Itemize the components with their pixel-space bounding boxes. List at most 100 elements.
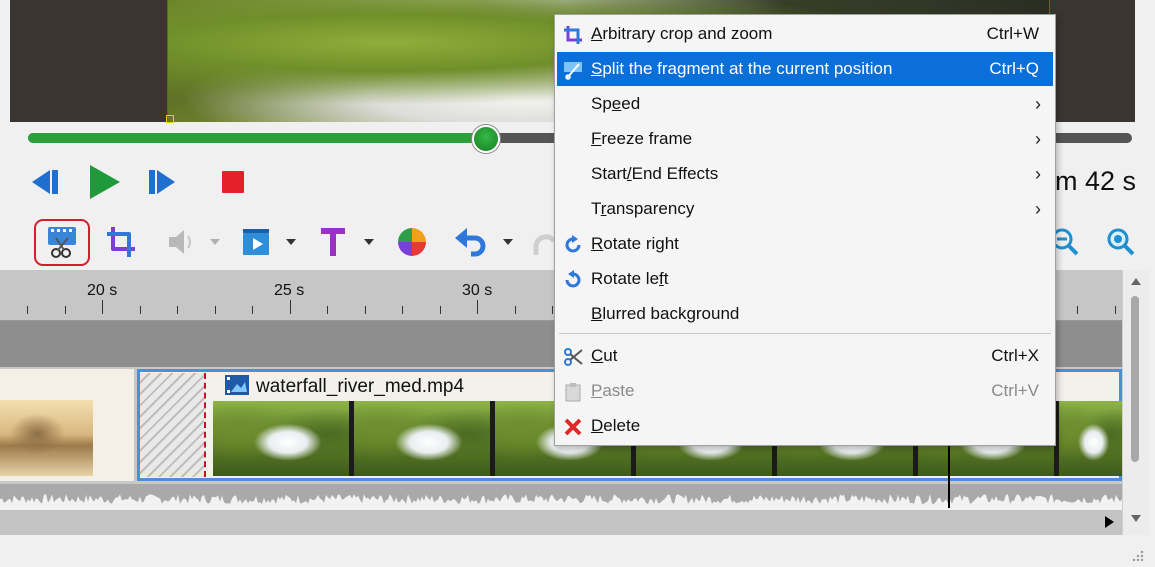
- menu-item-rotate-right[interactable]: Rotate right: [557, 227, 1053, 261]
- scissors-icon: [563, 347, 583, 367]
- menu-separator: [559, 333, 1051, 334]
- redo-button[interactable]: [530, 222, 554, 262]
- timeline-horizontal-scrollbar[interactable]: [0, 510, 1122, 534]
- menu-item-paste[interactable]: Paste Ctrl+V: [557, 374, 1053, 408]
- menu-item-label: Blurred background: [591, 304, 740, 323]
- menu-item-speed[interactable]: Speed ›: [557, 87, 1053, 121]
- ruler-tick: [1114, 306, 1116, 314]
- rotate-left-icon: [563, 270, 583, 290]
- menu-item-label: Speed: [591, 94, 641, 113]
- clip-thumbnail: [354, 401, 495, 476]
- preview-letterbox-right: [1050, 0, 1135, 122]
- next-frame-icon: [149, 170, 175, 194]
- ruler-tick: [439, 306, 441, 314]
- play-icon: [90, 165, 120, 199]
- audio-waveform[interactable]: [0, 484, 1122, 510]
- play-button[interactable]: [84, 160, 124, 204]
- preview-letterbox-left: [10, 0, 167, 122]
- menu-item-shortcut: Ctrl+V: [991, 381, 1039, 400]
- crop-boundary-left[interactable]: [167, 0, 168, 122]
- menu-item-start-end-effects[interactable]: Start/End Effects ›: [557, 157, 1053, 191]
- stop-button[interactable]: [213, 160, 253, 204]
- text-button[interactable]: [313, 222, 353, 262]
- menu-item-arbitrary-crop-and-zoom[interactable]: Arbitrary crop and zoom Ctrl+W: [557, 17, 1053, 51]
- crop-handle[interactable]: [166, 115, 174, 123]
- zoom-in-button[interactable]: [1104, 222, 1138, 262]
- ruler-tick: [289, 300, 291, 314]
- ruler-label: 30 s: [462, 282, 493, 299]
- submenu-arrow-icon: ›: [1035, 198, 1041, 219]
- ruler-tick: [177, 306, 178, 314]
- clip-thumbnail: [1059, 401, 1127, 476]
- ruler-label: 20 s: [87, 282, 118, 299]
- menu-item-transparency[interactable]: Transparency ›: [557, 192, 1053, 226]
- transition-area[interactable]: [140, 373, 204, 477]
- ruler-label: 25 s: [274, 282, 305, 299]
- ruler-tick: [102, 300, 103, 314]
- submenu-arrow-icon: ›: [1035, 128, 1041, 149]
- seek-slider-progress: [28, 133, 487, 143]
- menu-item-label: Transparency: [591, 199, 695, 218]
- video-effects-dropdown-arrow[interactable]: [286, 239, 296, 245]
- clip-name: waterfall_river_med.mp4: [256, 376, 465, 397]
- crop-icon: [107, 227, 135, 257]
- menu-item-label: Delete: [591, 416, 641, 435]
- undo-dropdown-arrow[interactable]: [503, 239, 513, 245]
- vertical-scrollbar-thumb[interactable]: [1131, 296, 1139, 462]
- split-icon: [563, 60, 583, 80]
- crop-button[interactable]: [102, 222, 142, 262]
- menu-item-freeze-frame[interactable]: Freeze frame ›: [557, 122, 1053, 156]
- next-frame-button[interactable]: [143, 160, 183, 204]
- menu-item-cut[interactable]: Cut Ctrl+X: [557, 339, 1053, 373]
- ruler-tick: [64, 306, 66, 314]
- video-effects-icon: [243, 229, 269, 255]
- video-clip-icon: [225, 375, 249, 395]
- menu-item-delete[interactable]: Delete: [557, 409, 1053, 443]
- undo-button[interactable]: [450, 222, 490, 262]
- zoom-in-icon: [1107, 228, 1135, 256]
- ruler-tick: [139, 306, 141, 314]
- seek-slider-knob[interactable]: [472, 125, 501, 153]
- menu-item-label: Split the fragment at the current positi…: [591, 59, 893, 78]
- ruler-tick: [252, 306, 253, 314]
- status-bar: [0, 535, 1155, 567]
- text-icon: [321, 228, 345, 256]
- previous-frame-icon: [32, 170, 58, 194]
- menu-item-split-the-fragment-at-the-current-position[interactable]: Split the fragment at the current positi…: [557, 52, 1053, 86]
- split-button[interactable]: [38, 222, 86, 262]
- video-effects-button[interactable]: [236, 222, 276, 262]
- stop-icon: [222, 171, 244, 193]
- menu-item-label: Cut: [591, 346, 618, 365]
- menu-item-shortcut: Ctrl+W: [986, 24, 1039, 43]
- menu-item-label: Rotate right: [591, 234, 679, 253]
- scroll-down-icon[interactable]: [1130, 514, 1142, 524]
- menu-item-label: Paste: [591, 381, 635, 400]
- volume-dropdown-arrow[interactable]: [210, 239, 220, 245]
- clip-thumbnail: [213, 401, 354, 476]
- resize-grip-icon[interactable]: [1130, 548, 1144, 562]
- time-display: m 42 s: [1055, 166, 1137, 196]
- text-dropdown-arrow[interactable]: [364, 239, 374, 245]
- delete-icon: [563, 417, 583, 437]
- menu-item-rotate-left[interactable]: Rotate left: [557, 262, 1053, 296]
- menu-item-shortcut: Ctrl+X: [991, 346, 1039, 365]
- menu-item-shortcut: Ctrl+Q: [989, 59, 1039, 78]
- rotate-right-icon: [563, 235, 583, 255]
- split-marker: [204, 373, 206, 477]
- color-button[interactable]: [392, 222, 432, 262]
- scroll-right-icon[interactable]: [1103, 515, 1115, 529]
- redo-icon: [533, 234, 554, 255]
- scroll-up-icon[interactable]: [1130, 276, 1142, 286]
- submenu-arrow-icon: ›: [1035, 163, 1041, 184]
- volume-button[interactable]: [161, 222, 201, 262]
- ruler-tick: [214, 306, 216, 314]
- previous-frame-button[interactable]: [24, 160, 64, 204]
- menu-item-label: Start/End Effects: [591, 164, 719, 183]
- speaker-icon: [169, 230, 191, 254]
- film-scissors-icon: [48, 227, 76, 258]
- ruler-tick: [552, 306, 553, 314]
- ruler-tick: [364, 306, 366, 314]
- playhead[interactable]: [948, 440, 950, 508]
- menu-item-label: Arbitrary crop and zoom: [591, 24, 773, 43]
- menu-item-blurred-background[interactable]: Blurred background: [557, 297, 1053, 331]
